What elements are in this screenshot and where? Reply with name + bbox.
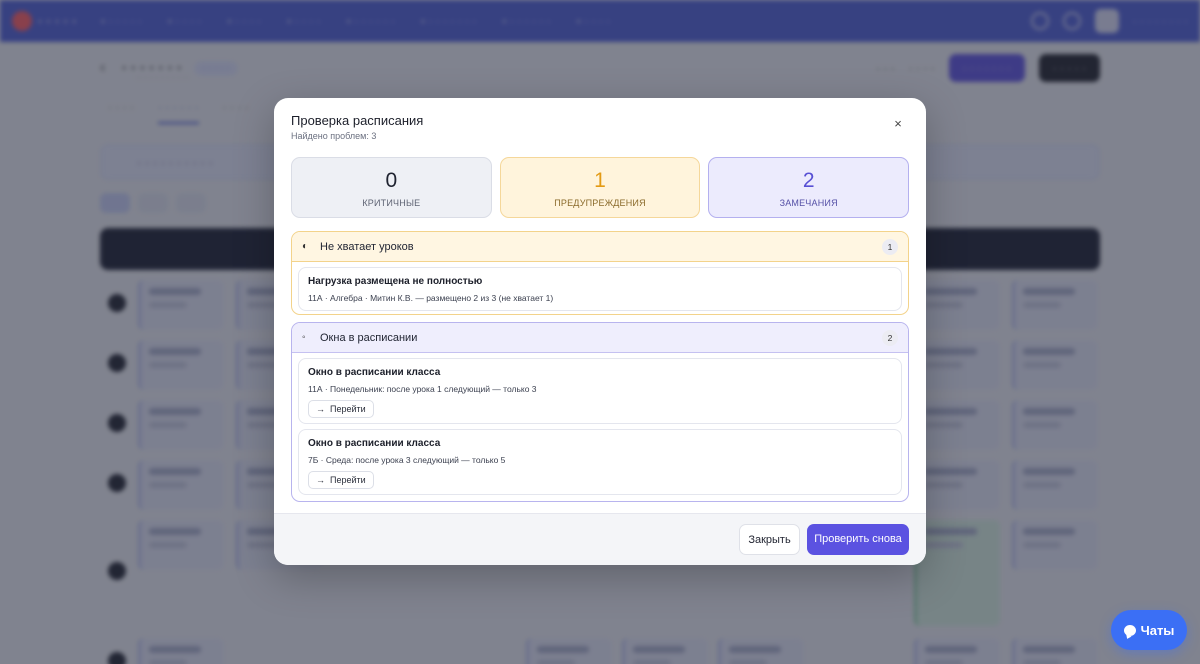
issue-group-missing-lessons: ◐ Не хватает уроков 1 Нагрузка размещена…	[291, 231, 909, 315]
group-count-badge: 2	[882, 329, 898, 346]
go-to-label: Перейти	[330, 475, 366, 485]
stat-warnings-count: 1	[594, 169, 606, 192]
close-icon[interactable]: ×	[888, 114, 908, 134]
issue-item: Окно в расписании класса 7Б · Среда: пос…	[298, 429, 902, 495]
stat-critical-label: КРИТИЧНЫЕ	[362, 198, 421, 208]
stat-notes-count: 2	[802, 169, 815, 192]
stat-warnings-label: ПРЕДУПРЕЖДЕНИЯ	[554, 198, 646, 208]
group-title: Окна в расписании	[320, 331, 418, 344]
arrow-right-icon: →	[316, 475, 325, 485]
stat-critical: 0 КРИТИЧНЫЕ	[291, 157, 492, 218]
group-count-badge: 1	[882, 238, 898, 255]
issue-stats: 0 КРИТИЧНЫЕ 1 ПРЕДУПРЕЖДЕНИЯ 2 ЗАМЕЧАНИЯ	[291, 157, 910, 218]
stat-notes: 2 ЗАМЕЧАНИЯ	[708, 157, 910, 218]
issue-group-gaps: ◦ Окна в расписании 2 Окно в расписании …	[291, 322, 909, 502]
arrow-right-icon: →	[316, 404, 325, 414]
dialog-subtitle: Найдено проблем: 3	[291, 131, 377, 141]
issue-detail: 11А · Понедельник: после урока 1 следующ…	[308, 384, 537, 394]
dialog-title: Проверка расписания	[291, 113, 424, 128]
chat-label: Чаты	[1140, 622, 1175, 638]
issue-title: Нагрузка размещена не полностью	[308, 276, 483, 287]
stat-critical-count: 0	[385, 169, 398, 192]
chat-bubble-icon	[1123, 624, 1136, 636]
go-to-button[interactable]: → Перейти	[308, 471, 374, 489]
chat-button[interactable]: Чаты	[1111, 610, 1187, 650]
dialog-footer: Закрыть Проверить снова	[274, 513, 926, 565]
recheck-button[interactable]: Проверить снова	[807, 524, 909, 555]
close-button[interactable]: Закрыть	[739, 524, 800, 555]
group-header-missing-lessons[interactable]: ◐ Не хватает уроков 1	[292, 232, 908, 262]
go-to-label: Перейти	[330, 404, 366, 414]
group-title: Не хватает уроков	[320, 240, 414, 253]
group-header-gaps[interactable]: ◦ Окна в расписании 2	[292, 323, 908, 353]
issue-title: Окно в расписании класса	[308, 367, 441, 378]
go-to-button[interactable]: → Перейти	[308, 400, 374, 418]
stat-warnings: 1 ПРЕДУПРЕЖДЕНИЯ	[499, 157, 701, 218]
stat-notes-label: ЗАМЕЧАНИЯ	[779, 198, 838, 208]
issue-item: Окно в расписании класса 11А · Понедельн…	[298, 358, 902, 424]
issue-detail: 7Б · Среда: после урока 3 следующий — то…	[308, 455, 506, 465]
circle-icon: ◦	[302, 332, 306, 343]
issue-item: Нагрузка размещена не полностью 11А · Ал…	[298, 267, 902, 311]
schedule-check-dialog: Проверка расписания Найдено проблем: 3 ×…	[274, 98, 926, 565]
half-circle-icon: ◐	[302, 241, 309, 252]
issue-title: Окно в расписании класса	[308, 438, 441, 449]
issue-detail: 11А · Алгебра · Митин К.В. — размещено 2…	[308, 293, 554, 303]
